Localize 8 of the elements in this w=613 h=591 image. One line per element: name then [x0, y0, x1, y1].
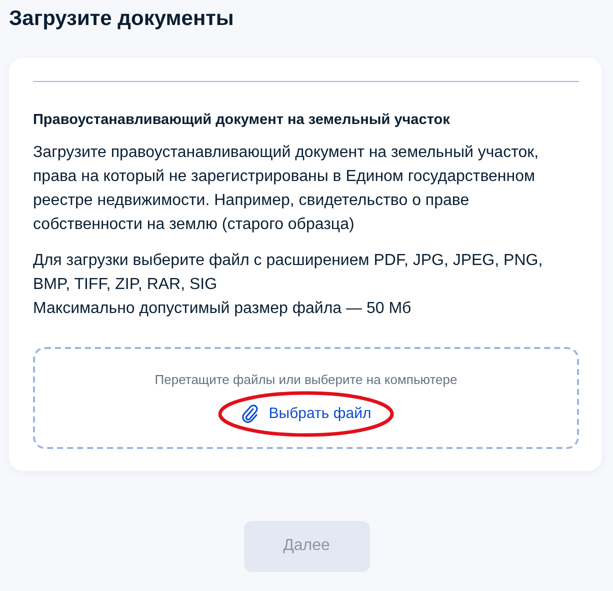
paperclip-icon: [240, 404, 259, 424]
description-paragraph: Для загрузки выберите файл с расширением PDF, JPG, JPEG, PNG, BMP, TIFF, ZIP, RAR, SIG Максимально допустимый размер файла — 50 Мб: [33, 250, 544, 319]
choose-file-link[interactable]: Выбрать файл: [238, 402, 374, 426]
file-dropzone[interactable]: Перетащите файлы или выберите на компьютере Выбрать файл: [33, 346, 579, 449]
document-title: Правоустанавливающий документ на земельный участок: [33, 111, 451, 130]
description-paragraph: Загрузите правоустанавливающий документ на земельный участок, права на который не зарегистрированы в Едином государственном реестре недвижимости. Например, свидетельство о праве собственности на землю (старого образца): [33, 142, 540, 235]
dropzone-hint: Перетащите файлы или выберите на компьютере: [154, 371, 458, 390]
page-title: Загрузите документы: [9, 6, 235, 32]
